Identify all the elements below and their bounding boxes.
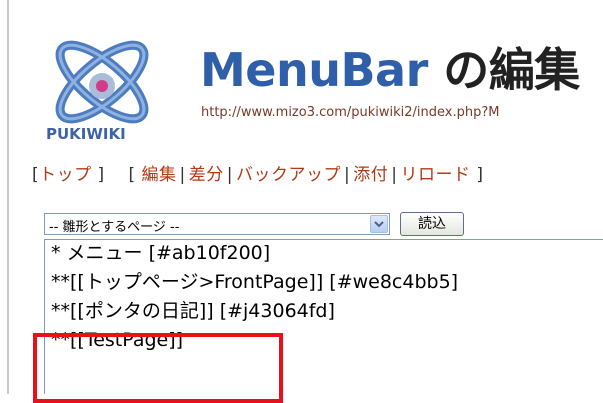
pukiwiki-logo-graphic: PUKIWIKI bbox=[40, 40, 164, 143]
menu-bracket-close: ] bbox=[97, 165, 105, 185]
editor-line: **[[トップページ>FrontPage]] [#we8c4bb5] bbox=[51, 271, 459, 293]
left-border-rule bbox=[7, 0, 9, 394]
page-url-link[interactable]: http://www.mizo3.com/pukiwiki2/index.php… bbox=[201, 105, 500, 120]
menu-link-reload[interactable]: リロード bbox=[400, 165, 470, 185]
menu-separator: | bbox=[226, 165, 234, 185]
menu-link-top[interactable]: トップ bbox=[39, 165, 92, 185]
menu-link-edit[interactable]: 編集 bbox=[142, 165, 177, 185]
menu-link-attach[interactable]: 添付 bbox=[353, 165, 388, 185]
highlight-annotation-box bbox=[33, 333, 283, 403]
menu-bracket-open: [ bbox=[128, 165, 136, 185]
pukiwiki-logo[interactable]: PUKIWIKI bbox=[36, 18, 168, 146]
page-name: MenuBar bbox=[200, 43, 428, 97]
editor-line: **[[ポンタの日記]] [#j43064fd] bbox=[51, 300, 335, 322]
menu-bar: [トップ ] [ 編集 | 差分 | バックアップ | 添付 | リロード ] bbox=[32, 160, 484, 185]
template-select-value: -- 雛形とするページ -- bbox=[49, 220, 180, 235]
menu-separator: | bbox=[344, 165, 351, 185]
menu-separator: | bbox=[179, 165, 186, 185]
menu-link-diff[interactable]: 差分 bbox=[189, 165, 224, 185]
load-template-button[interactable]: 読込 bbox=[400, 212, 464, 236]
menu-bracket-close: ] bbox=[476, 165, 484, 185]
editor-line: * メニュー [#ab10f200] bbox=[51, 242, 271, 264]
logo-wordmark: PUKIWIKI bbox=[46, 125, 126, 143]
page-title-suffix: の編集 bbox=[427, 43, 580, 97]
menu-link-backup[interactable]: バックアップ bbox=[236, 165, 341, 185]
dropdown-arrow-button[interactable] bbox=[370, 215, 388, 233]
chevron-down-icon bbox=[374, 221, 384, 228]
page-title: MenuBar の編集 bbox=[200, 44, 580, 96]
template-select[interactable]: -- 雛形とするページ -- bbox=[44, 213, 390, 235]
menu-separator: | bbox=[391, 165, 398, 185]
